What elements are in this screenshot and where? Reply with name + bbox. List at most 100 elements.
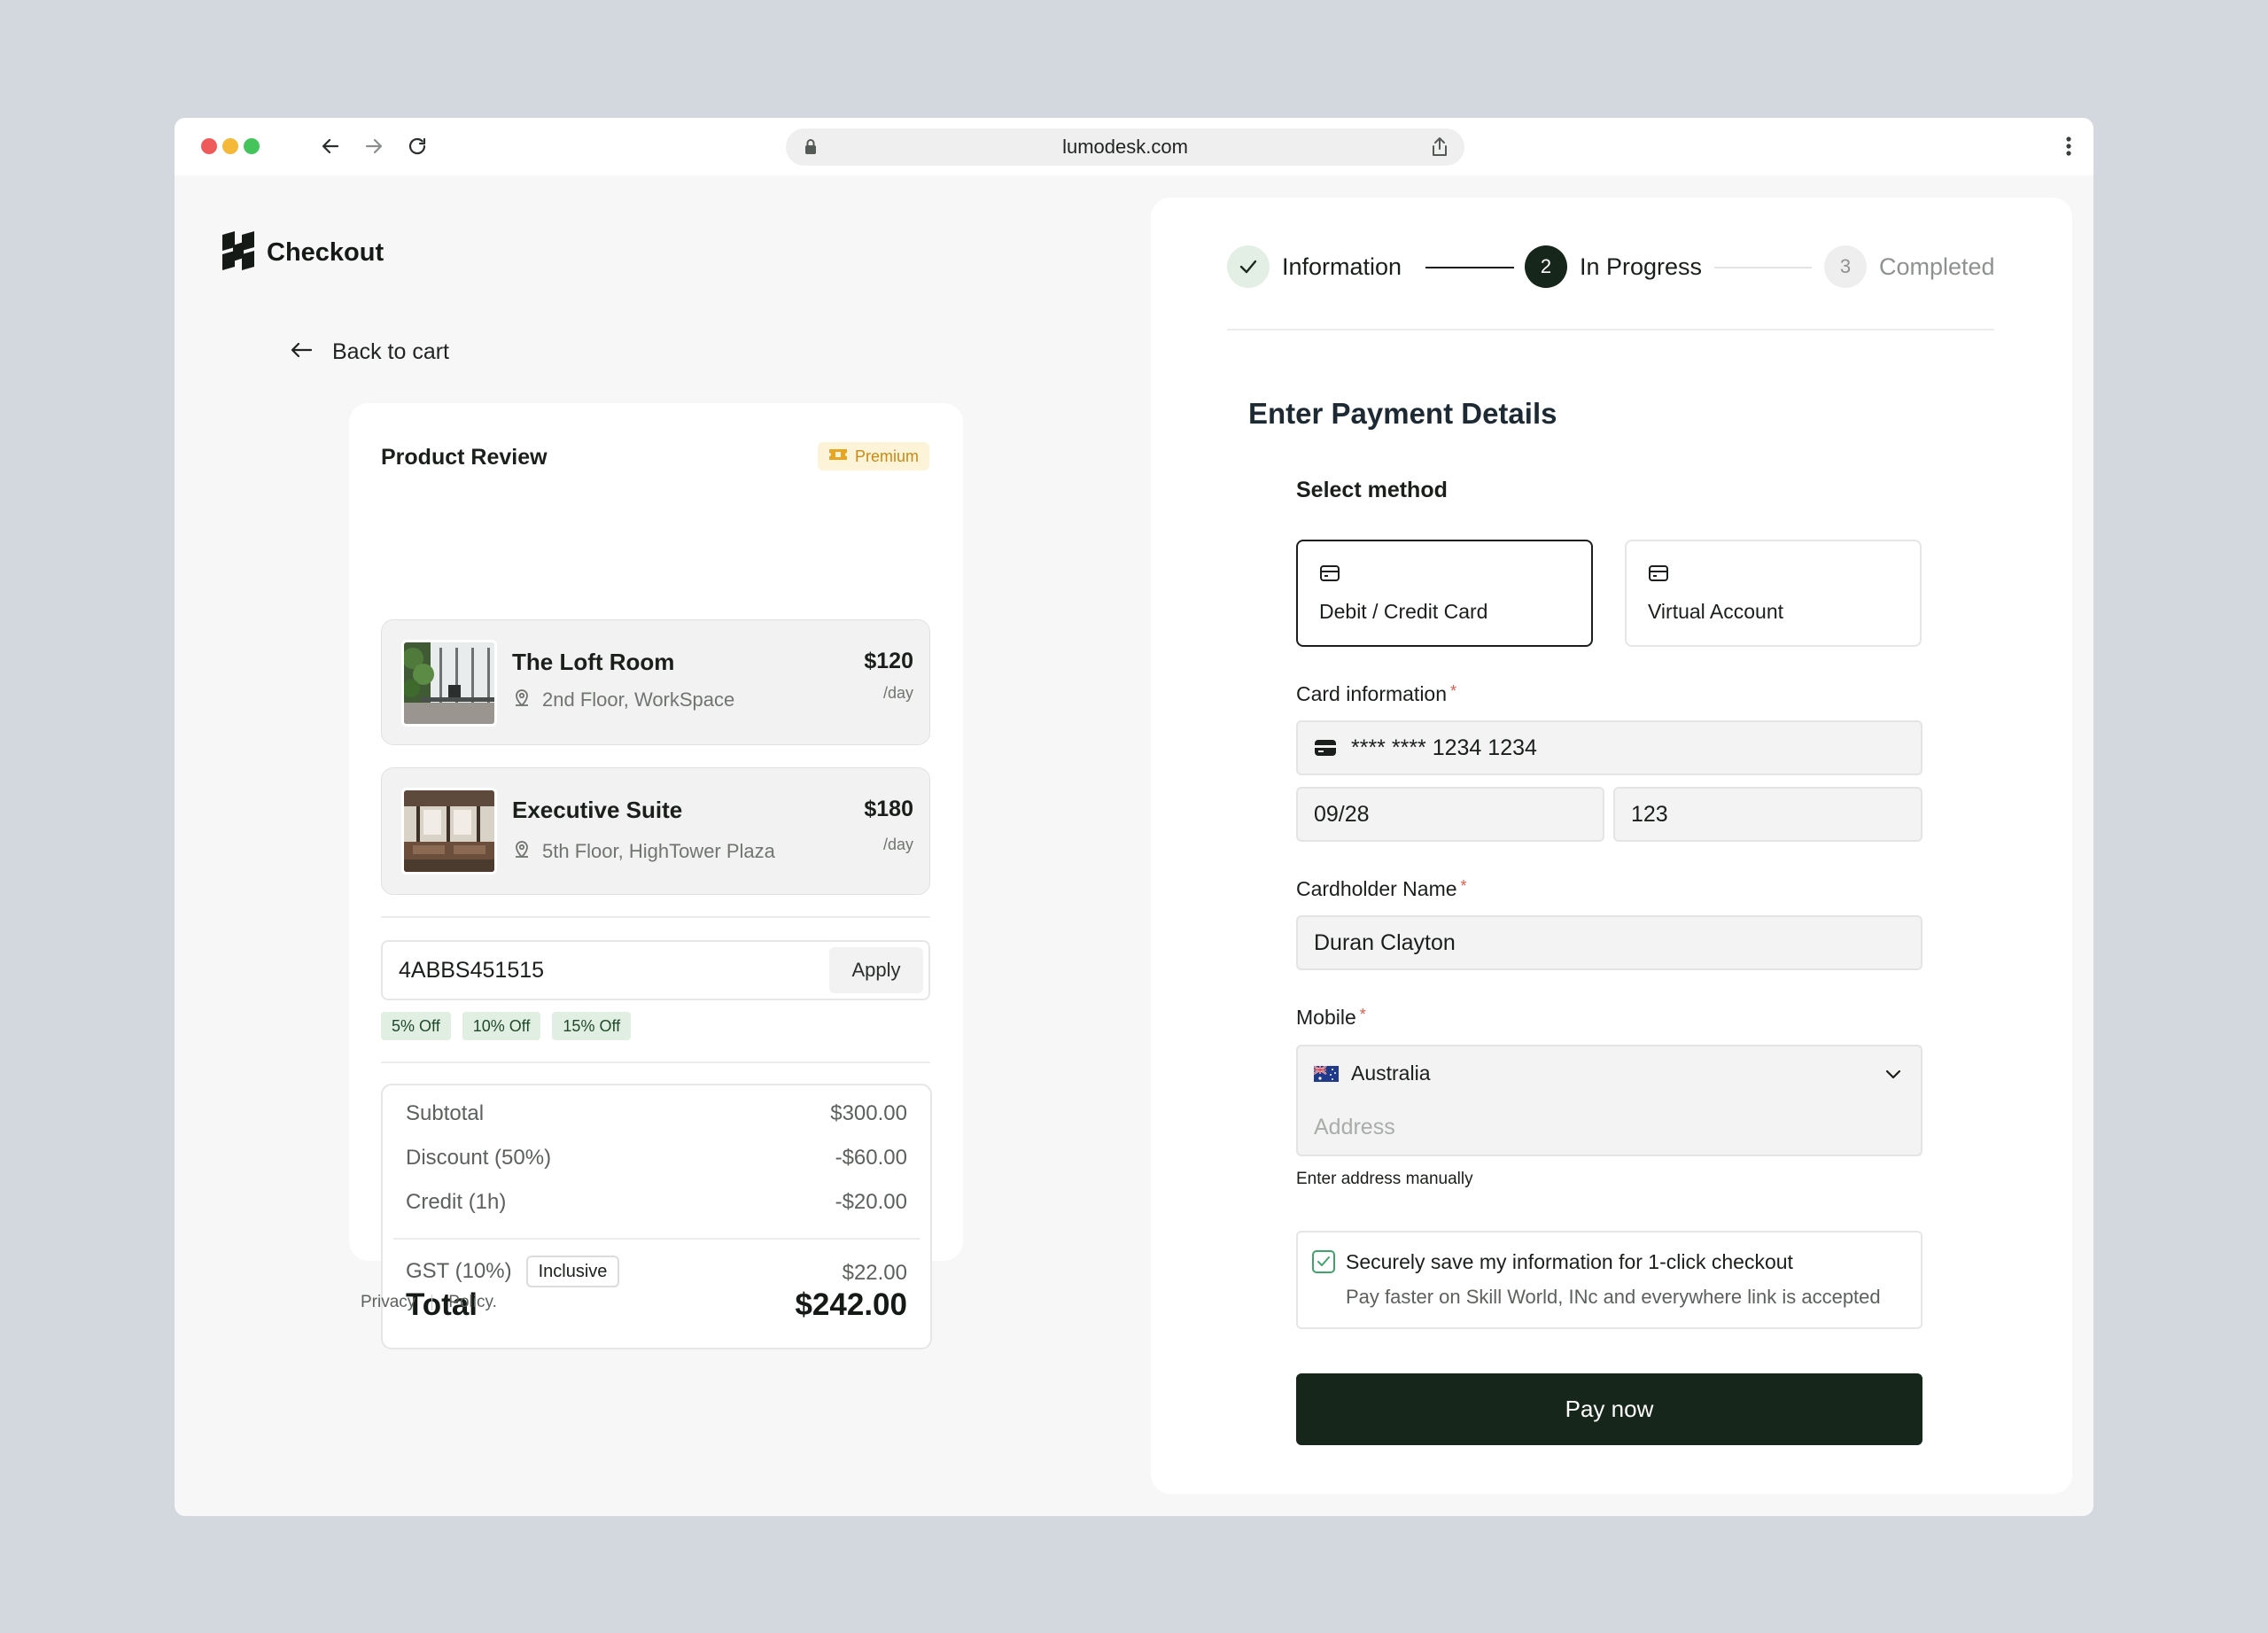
card-cvc-input[interactable] xyxy=(1631,801,1921,828)
save-info-title: Securely save my information for 1-click… xyxy=(1346,1250,1793,1273)
save-info-subtitle: Pay faster on Skill World, INc and every… xyxy=(1346,1286,1881,1308)
card-cvc-field[interactable] xyxy=(1613,787,1922,842)
product-price-unit: /day xyxy=(882,684,913,702)
divider xyxy=(431,1295,433,1310)
step-number: 2 xyxy=(1525,245,1567,288)
close-window-button[interactable] xyxy=(201,138,217,154)
step-connector xyxy=(1425,267,1514,268)
enter-address-manually-link[interactable]: Enter address manually xyxy=(1296,1170,1473,1189)
product-price-unit: /day xyxy=(882,836,913,853)
gst-label: GST (10%) xyxy=(406,1259,512,1283)
footer-links: Privacy Policy. xyxy=(361,1293,497,1312)
discount-chip[interactable]: 10% Off xyxy=(462,1012,541,1040)
back-nav-icon[interactable] xyxy=(316,132,345,160)
product-thumbnail xyxy=(401,640,497,727)
required-marker: * xyxy=(1450,682,1457,700)
product-review-title: Product Review xyxy=(381,445,548,470)
payment-details-title: Enter Payment Details xyxy=(1248,397,1557,430)
product-name: Executive Suite xyxy=(512,797,683,823)
step-in-progress[interactable]: 2 In Progress xyxy=(1525,245,1702,288)
share-icon[interactable] xyxy=(1429,136,1450,164)
mobile-label: Mobile * xyxy=(1296,1006,1366,1030)
discount-chip[interactable]: 15% Off xyxy=(552,1012,632,1040)
required-marker: * xyxy=(1460,877,1467,895)
browser-window: lumodesk.com Checkout Back to cart Produ… xyxy=(175,118,2093,1516)
policy-link[interactable]: Policy. xyxy=(448,1293,497,1312)
cardholder-name-input[interactable] xyxy=(1314,929,1921,956)
method-card-option[interactable]: Debit / Credit Card xyxy=(1296,540,1593,647)
divider xyxy=(1227,329,1994,330)
product-location-text: 5th Floor, HighTower Plaza xyxy=(542,840,775,862)
step-information[interactable]: Information xyxy=(1227,245,1402,288)
total-value: $242.00 xyxy=(795,1287,907,1322)
pay-now-button[interactable]: Pay now xyxy=(1296,1373,1922,1445)
address-field[interactable] xyxy=(1296,1100,1922,1156)
product-name: The Loft Room xyxy=(512,649,675,675)
method-label: Virtual Account xyxy=(1648,600,1784,623)
cardholder-name-label: Cardholder Name * xyxy=(1296,877,1467,901)
lock-icon xyxy=(804,138,818,161)
step-label: Information xyxy=(1282,253,1402,280)
product-location: 5th Floor, HighTower Plaza xyxy=(512,839,775,864)
card-number-field[interactable] xyxy=(1296,720,1922,775)
divider xyxy=(381,916,930,918)
save-info-checkbox[interactable] xyxy=(1312,1250,1335,1273)
address-bar[interactable]: lumodesk.com xyxy=(786,128,1464,166)
more-options-icon[interactable] xyxy=(2065,136,2072,157)
credit-card-icon xyxy=(1319,564,1340,587)
gst-row: GST (10%) Inclusive xyxy=(406,1256,620,1287)
select-method-label: Select method xyxy=(1296,478,1448,502)
subtotal-row: Subtotal $300.00 xyxy=(406,1101,907,1126)
premium-badge: Premium xyxy=(817,442,929,470)
label-text: Mobile xyxy=(1296,1006,1356,1029)
step-connector xyxy=(1714,267,1812,268)
step-number: 3 xyxy=(1824,245,1867,288)
maximize-window-button[interactable] xyxy=(244,138,260,154)
coupon-input[interactable] xyxy=(399,942,806,999)
step-completed[interactable]: 3 Completed xyxy=(1824,245,1995,288)
product-review-card: Product Review Premium The Loft Room 2nd… xyxy=(349,403,963,1349)
back-to-cart-link[interactable]: Back to cart xyxy=(290,339,449,365)
subtotal-label: Subtotal xyxy=(406,1101,485,1125)
step-label: Completed xyxy=(1879,253,1995,280)
checkout-stepper: Information 2 In Progress 3 Completed xyxy=(1227,245,1995,292)
australia-flag-icon xyxy=(1313,1065,1339,1082)
cardholder-name-field[interactable] xyxy=(1296,915,1922,970)
reload-icon[interactable] xyxy=(403,132,431,160)
address-input[interactable] xyxy=(1314,1114,1921,1140)
subtotal-value: $300.00 xyxy=(830,1101,907,1125)
card-expiry-input[interactable] xyxy=(1314,801,1603,828)
card-chip-icon xyxy=(1314,739,1337,757)
premium-badge-label: Premium xyxy=(854,447,919,465)
credit-row: Credit (1h) -$20.00 xyxy=(406,1190,907,1215)
inclusive-badge: Inclusive xyxy=(525,1256,620,1287)
method-virtual-account-option[interactable]: Virtual Account xyxy=(1625,540,1922,647)
location-pin-icon xyxy=(512,839,532,864)
url-text: lumodesk.com xyxy=(1062,136,1188,158)
apply-coupon-button[interactable]: Apply xyxy=(829,947,923,993)
browser-toolbar: lumodesk.com xyxy=(175,118,2093,175)
country-name: Australia xyxy=(1351,1061,1431,1085)
method-label: Debit / Credit Card xyxy=(1319,600,1488,623)
divider xyxy=(381,1061,930,1063)
step-label: In Progress xyxy=(1580,253,1703,280)
product-item[interactable]: The Loft Room 2nd Floor, WorkSpace $120 … xyxy=(381,619,930,745)
discount-chip[interactable]: 5% Off xyxy=(381,1012,451,1040)
credit-label: Credit (1h) xyxy=(406,1190,507,1214)
card-information-label: Card information * xyxy=(1296,682,1456,706)
card-number-input[interactable] xyxy=(1351,735,1921,761)
discount-chips: 5% Off 10% Off 15% Off xyxy=(381,1012,632,1040)
location-pin-icon xyxy=(512,688,532,712)
save-info-option: Securely save my information for 1-click… xyxy=(1296,1231,1922,1329)
minimize-window-button[interactable] xyxy=(222,138,238,154)
product-price: $180 xyxy=(864,797,913,821)
country-select[interactable]: Australia xyxy=(1296,1045,1922,1100)
card-expiry-field[interactable] xyxy=(1296,787,1604,842)
label-text: Cardholder Name xyxy=(1296,877,1457,900)
product-price: $120 xyxy=(864,649,913,673)
credit-value: -$20.00 xyxy=(835,1190,907,1214)
label-text: Card information xyxy=(1296,682,1448,705)
forward-nav-icon[interactable] xyxy=(360,132,388,160)
product-item[interactable]: Executive Suite 5th Floor, HighTower Pla… xyxy=(381,767,930,895)
privacy-link[interactable]: Privacy xyxy=(361,1293,416,1312)
